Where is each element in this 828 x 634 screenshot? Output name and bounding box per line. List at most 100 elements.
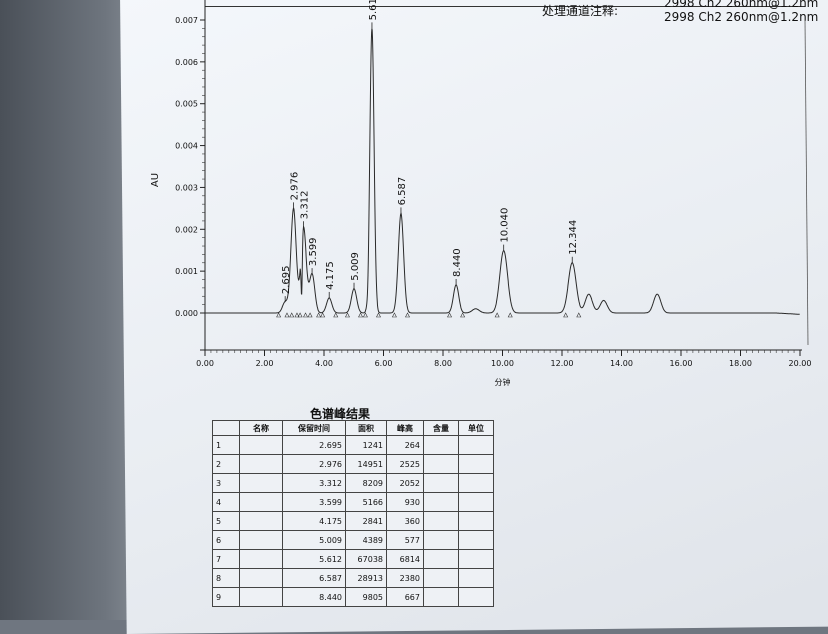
baseline-marker (460, 312, 466, 318)
cell-rt: 3.312 (282, 473, 346, 493)
x-axis-label: 分钟 (495, 377, 511, 387)
x-tick-label: 8.00 (434, 359, 452, 368)
x-tick-label: 10.00 (491, 359, 514, 368)
cell-unit (458, 530, 494, 550)
cell-amount (423, 530, 459, 550)
table-row: 3 3.312 8209 2052 (212, 473, 494, 493)
cell-index: 4 (212, 492, 240, 512)
cell-height: 2052 (386, 473, 424, 493)
cell-name (239, 492, 283, 512)
cell-area: 5166 (345, 492, 387, 512)
x-tick-label: 18.00 (729, 359, 752, 368)
cell-name (239, 473, 283, 493)
baseline-marker (284, 312, 290, 318)
cell-index: 8 (212, 568, 240, 588)
x-tick-label: 14.00 (610, 359, 633, 368)
results-table: 名称 保留时间 面积 峰高 含量 单位 1 2.695 1241 264 2 2.976 1… (212, 420, 494, 607)
col-header-index (212, 420, 240, 436)
y-tick-label: 0.000 (175, 309, 198, 318)
table-row: 6 5.009 4389 577 (212, 530, 494, 550)
baseline-marker (320, 312, 326, 318)
cell-rt: 4.175 (282, 511, 346, 531)
cell-area: 9805 (345, 587, 387, 607)
cell-area: 4389 (345, 530, 387, 550)
cell-area: 2841 (345, 511, 387, 531)
cell-rt: 6.587 (282, 568, 346, 588)
cell-index: 6 (212, 530, 240, 550)
cell-name (239, 530, 283, 550)
x-tick-label: 20.00 (789, 359, 812, 368)
table-row: 2 2.976 14951 2525 (212, 454, 494, 474)
peak-label: 5.009 (350, 252, 361, 281)
cell-name (239, 435, 283, 455)
cell-index: 3 (212, 473, 240, 493)
table-row: 5 4.175 2841 360 (212, 511, 494, 531)
cell-name (239, 549, 283, 569)
chromatogram-chart: 0.000 0.001 0.002 0.003 0.004 0.005 0.006 0.007… (150, 0, 812, 387)
cell-amount (423, 511, 459, 531)
baseline-marker (289, 312, 295, 318)
baseline-marker (447, 312, 453, 318)
x-tick-label: 2.00 (256, 359, 274, 368)
baseline-marker (391, 312, 397, 318)
cell-amount (423, 435, 459, 455)
cell-name (239, 454, 283, 474)
cell-rt: 3.599 (282, 492, 346, 512)
peak-label: 6.587 (397, 177, 408, 206)
cell-amount (423, 454, 459, 474)
baseline-marker (576, 312, 582, 318)
table-row: 8 6.587 28913 2380 (212, 568, 494, 588)
cell-rt: 2.695 (282, 435, 346, 455)
y-tick-label: 0.004 (175, 142, 198, 151)
cell-unit (458, 587, 494, 607)
cell-rt: 5.612 (282, 549, 346, 569)
cell-rt: 8.440 (282, 587, 346, 607)
cell-index: 9 (212, 587, 240, 607)
col-header-amount: 含量 (423, 420, 459, 436)
x-tick-label: 16.00 (670, 359, 693, 368)
y-tick-label: 0.002 (175, 225, 198, 234)
x-tick-label: 6.00 (375, 359, 393, 368)
baseline-marker (294, 312, 300, 318)
baseline-marker (507, 312, 513, 318)
cell-rt: 5.009 (282, 530, 346, 550)
baseline-marker (494, 312, 500, 318)
col-header-unit: 单位 (458, 420, 494, 436)
cell-height: 6814 (386, 549, 424, 569)
cell-amount (423, 549, 459, 569)
table-row: 4 3.599 5166 930 (212, 492, 494, 512)
cell-area: 1241 (345, 435, 387, 455)
baseline-marker (307, 312, 313, 318)
results-header-row: 名称 保留时间 面积 峰高 含量 单位 (212, 420, 494, 436)
plot-right-border (804, 19, 809, 346)
cell-rt: 2.976 (282, 454, 346, 474)
cell-amount (423, 587, 459, 607)
cell-unit (458, 454, 494, 474)
baseline-marker (376, 312, 381, 318)
cell-name (239, 568, 283, 588)
cell-index: 5 (212, 511, 240, 531)
y-axis-label: AU (150, 173, 161, 187)
cell-area: 14951 (345, 454, 387, 474)
peak-label: 5.612 (368, 0, 379, 20)
baseline-marker (276, 312, 282, 318)
chromatogram-trace (205, 28, 800, 315)
peak-label: 2.695 (281, 265, 292, 294)
baseline-marker (344, 312, 350, 318)
peak-label: 3.312 (300, 191, 311, 220)
peak-label: 4.175 (325, 261, 336, 290)
cell-area: 8209 (345, 473, 387, 493)
cell-amount (423, 473, 459, 493)
cell-amount (423, 492, 459, 512)
cell-height: 2380 (386, 568, 424, 588)
table-row: 7 5.612 67038 6814 (212, 549, 494, 569)
peak-label: 12.344 (568, 220, 579, 255)
y-tick-label: 0.001 (175, 267, 198, 276)
y-tick-label: 0.006 (175, 58, 198, 67)
col-header-area: 面积 (345, 420, 387, 436)
table-row: 9 8.440 9805 667 (212, 587, 494, 607)
cell-height: 264 (386, 435, 424, 455)
baseline-marker (362, 312, 368, 318)
cell-index: 1 (212, 435, 240, 455)
baseline-marker (358, 312, 364, 318)
